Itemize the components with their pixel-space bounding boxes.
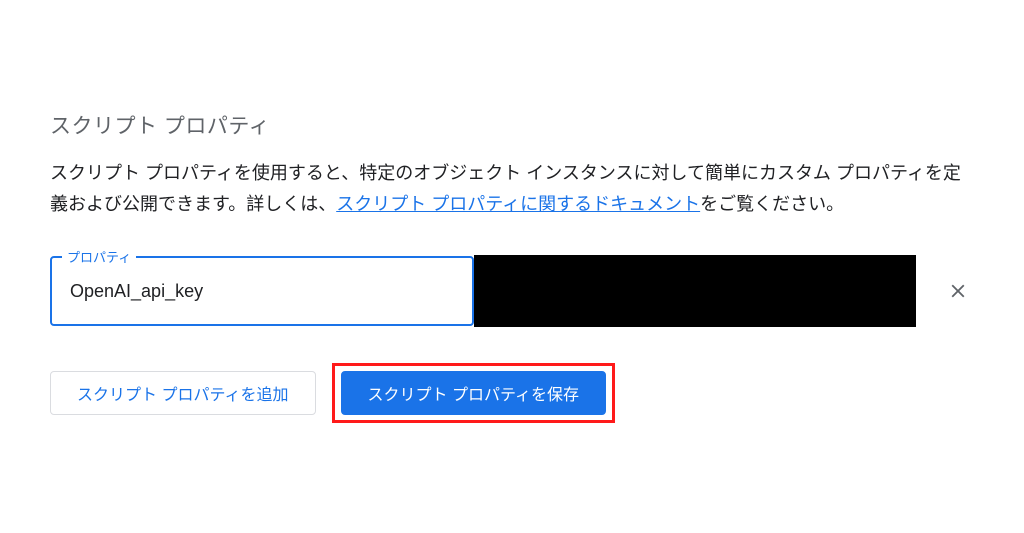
- section-title: スクリプト プロパティ: [50, 110, 974, 140]
- description-text-after: をご覧ください。: [700, 194, 844, 214]
- button-row: スクリプト プロパティを追加 スクリプト プロパティを保存: [50, 363, 974, 423]
- property-key-label: プロパティ: [62, 247, 136, 266]
- property-value-redacted: [474, 255, 916, 327]
- documentation-link[interactable]: スクリプト プロパティに関するドキュメント: [336, 194, 700, 214]
- save-button-highlight: スクリプト プロパティを保存: [332, 363, 616, 423]
- save-properties-button[interactable]: スクリプト プロパティを保存: [341, 371, 607, 415]
- property-key-input[interactable]: [50, 256, 474, 326]
- add-property-button[interactable]: スクリプト プロパティを追加: [50, 371, 316, 415]
- section-description: スクリプト プロパティを使用すると、特定のオブジェクト インスタンスに対して簡単…: [50, 158, 974, 219]
- property-key-field-container: プロパティ: [50, 256, 474, 326]
- close-icon: [947, 280, 969, 302]
- remove-property-button[interactable]: [934, 267, 982, 315]
- property-row: プロパティ: [50, 255, 974, 327]
- script-properties-section: スクリプト プロパティ スクリプト プロパティを使用すると、特定のオブジェクト …: [50, 110, 974, 423]
